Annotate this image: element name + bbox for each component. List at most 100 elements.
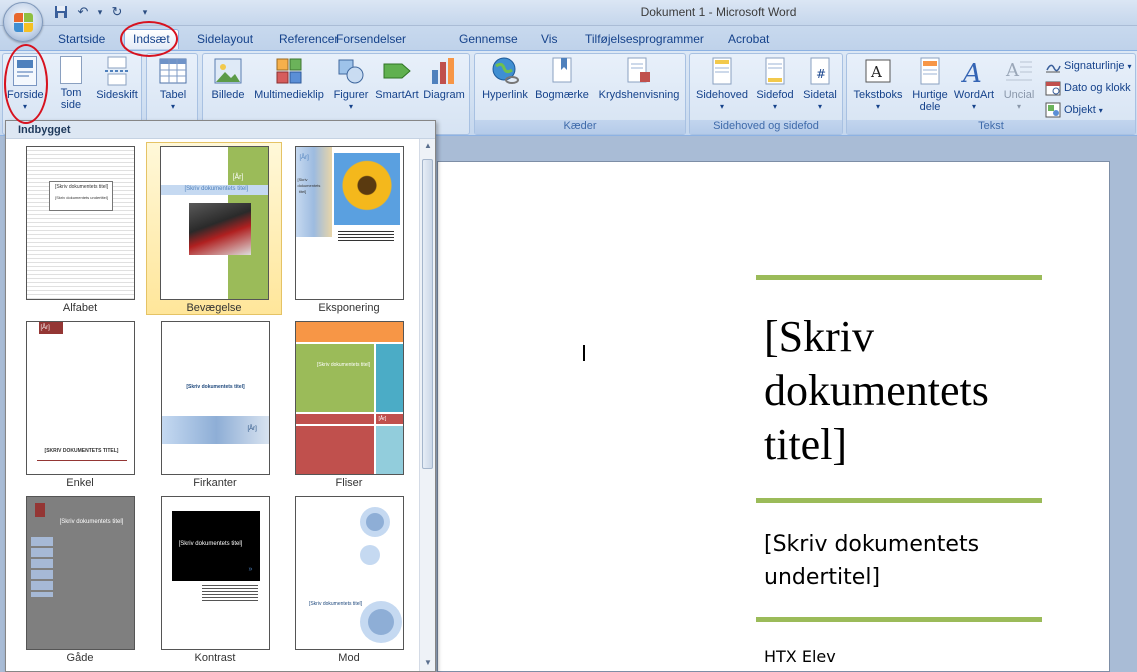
subtitle-bottom-rule [756, 617, 1042, 622]
thumb-fliser-year: [År] [378, 416, 387, 422]
cover-page-gallery: Indbygget [Skriv dokumentets titel] [Skr… [5, 120, 436, 672]
group-label-tekst: Tekst [847, 120, 1135, 134]
uncial-button[interactable]: A Uncial ▾ [997, 56, 1041, 113]
wordart-button[interactable]: A WordArt ▾ [951, 56, 997, 113]
thumb-gaade: [Skriv dokumentets titel] [25, 496, 135, 650]
gallery-tile-kontrast[interactable]: [Skriv dokumentets titel] » Kontrast [147, 493, 283, 664]
quick-parts-icon [915, 56, 945, 86]
gallery-tile-alfabet[interactable]: [Skriv dokumentets titel] [Skriv dokumen… [12, 143, 148, 314]
signaturlinje-button[interactable]: Signaturlinje ▾ [1045, 56, 1132, 76]
thumb-alfabet: [Skriv dokumentets titel] [Skriv dokumen… [25, 146, 135, 300]
sidetal-button[interactable]: # Sidetal ▾ [798, 56, 842, 113]
krydshenvisning-label: Krydshenvisning [598, 89, 680, 101]
office-button[interactable] [3, 2, 43, 42]
multimedieklip-label: Multimedieklip [254, 89, 324, 101]
thumb-eksponering: [År] [Skriv dokumentets titel] [294, 146, 404, 300]
thumb-bevaegelse-year: [År] [232, 174, 244, 181]
tab-acrobat[interactable]: Acrobat [720, 30, 777, 50]
thumb-kontrast: [Skriv dokumentets titel] » [160, 496, 270, 650]
gallery-tile-gaade[interactable]: [Skriv dokumentets titel] Gåde [12, 493, 148, 664]
hyperlink-button[interactable]: Hyperlink [479, 56, 531, 101]
tile-label-bevaegelse: Bevægelse [186, 302, 242, 314]
thumb-fliser-title: [Skriv dokumentets titel] [316, 362, 371, 368]
office-logo-icon [14, 13, 34, 33]
scroll-down-icon[interactable]: ▼ [423, 658, 433, 668]
gallery-tile-firkanter[interactable]: [Skriv dokumentets titel] [År] Firkanter [147, 318, 283, 489]
thumb-bevaegelse-title: [Skriv dokumentets titel] [184, 186, 249, 192]
textbox-icon: A [863, 56, 893, 86]
gallery-tile-bevaegelse[interactable]: [År] [Skriv dokumentets titel] Bevægelse [146, 142, 282, 315]
gallery-tile-fliser[interactable]: [Skriv dokumentets titel] [År] Fliser [281, 318, 417, 489]
svg-text:#: # [816, 67, 826, 81]
bogmaerke-button[interactable]: Bogmærke [533, 56, 591, 101]
page-number-icon: # [805, 56, 835, 86]
forside-label: Forside [7, 89, 44, 101]
hurtige-dele-button[interactable]: Hurtige dele [907, 56, 953, 113]
gallery-tile-enkel[interactable]: [År] [SKRIV DOKUMENTETS TITEL] Enkel [12, 318, 148, 489]
tab-gennemse[interactable]: Gennemse [451, 30, 526, 50]
figurer-button[interactable]: Figurer ▾ [329, 56, 373, 113]
thumb-firkanter: [Skriv dokumentets titel] [År] [160, 321, 270, 475]
cover-page-icon [13, 56, 37, 86]
thumb-fliser: [Skriv dokumentets titel] [År] [294, 321, 404, 475]
thumb-alfabet-title: [Skriv dokumentets titel] [54, 184, 109, 190]
group-sidehoved-og-sidefod: Sidehoved ▾ Sidefod ▾ # Sidetal ▾ Sideho… [689, 53, 843, 135]
bogmaerke-label: Bogmærke [535, 89, 589, 101]
gallery-scrollbar[interactable]: ▲ ▼ [419, 139, 435, 671]
gallery-tile-mod[interactable]: [Skriv dokumentets titel] Mod [281, 493, 417, 664]
tekstboks-button[interactable]: A Tekstboks ▾ [849, 56, 907, 113]
shapes-icon [336, 56, 366, 86]
drop-cap-icon: A [1004, 56, 1034, 86]
tile-label-fliser: Fliser [335, 477, 363, 489]
sidefod-button[interactable]: Sidefod ▾ [752, 56, 798, 113]
tabel-label: Tabel [159, 89, 187, 101]
tekstboks-label: Tekstboks [853, 89, 903, 101]
scroll-up-icon[interactable]: ▲ [423, 141, 433, 151]
tab-tilfoejelsesprogrammer[interactable]: Tilføjelsesprogrammer [577, 30, 712, 50]
bookmark-icon [547, 56, 577, 86]
thumb-mod: [Skriv dokumentets titel] [294, 496, 404, 650]
smartart-icon [382, 56, 412, 86]
tab-sidelayout[interactable]: Sidelayout [189, 30, 261, 50]
smartart-button[interactable]: SmartArt [373, 56, 421, 101]
gallery-tile-eksponering[interactable]: [År] [Skriv dokumentets titel] Eksponeri… [281, 143, 417, 314]
thumb-eksponering-title: [Skriv dokumentets titel] [297, 177, 321, 194]
multimedieklip-button[interactable]: Multimedieklip [249, 56, 329, 101]
thumb-alfabet-subtitle: [Skriv dokumentets undertitel] [55, 195, 108, 200]
thumb-eksponering-year: [År] [299, 155, 309, 161]
diagram-button[interactable]: Diagram [421, 56, 467, 101]
objekt-button[interactable]: Objekt ▾ [1045, 100, 1103, 120]
thumb-enkel-title: [SKRIV DOKUMENTETS TITEL] [44, 448, 119, 454]
signaturlinje-label: Signaturlinje [1064, 60, 1125, 72]
group-kaeder: Hyperlink Bogmærke Krydshenvisning Kæder [474, 53, 686, 135]
tile-label-firkanter: Firkanter [193, 477, 237, 489]
billede-button[interactable]: Billede [207, 56, 249, 101]
tile-label-mod: Mod [338, 652, 360, 664]
sidehoved-button[interactable]: Sidehoved ▾ [692, 56, 752, 113]
thumb-bevaegelse: [År] [Skriv dokumentets titel] [159, 146, 269, 300]
document-author[interactable]: HTX Elev [764, 647, 836, 666]
figurer-label: Figurer [333, 89, 369, 101]
footer-icon [760, 56, 790, 86]
document-subtitle-placeholder[interactable]: [Skriv dokumentets undertitel] [764, 528, 1044, 594]
tabel-button[interactable]: Tabel ▾ [151, 56, 195, 113]
tab-indsaet[interactable]: Indsæt [124, 29, 179, 49]
hurtige-dele-label-1: Hurtige [912, 89, 948, 101]
krydshenvisning-button[interactable]: Krydshenvisning [593, 56, 685, 101]
dato-label: Dato og klokk [1064, 82, 1131, 94]
sideskift-button[interactable]: Sideskift [93, 56, 141, 101]
forside-button[interactable]: Forside ▾ [7, 56, 44, 113]
scroll-thumb[interactable] [422, 159, 433, 469]
tab-startside[interactable]: Startside [50, 30, 113, 50]
clip-art-icon [274, 56, 304, 86]
cross-reference-icon [624, 56, 654, 86]
dato-og-klokkeslaet-button[interactable]: Dato og klokk [1045, 78, 1131, 98]
document-title-placeholder[interactable]: [Skriv dokumentets titel] [764, 310, 1064, 472]
tab-forsendelser[interactable]: Forsendelser [328, 30, 414, 50]
window-title: Dokument 1 - Microsoft Word [640, 5, 797, 19]
table-icon [158, 56, 188, 86]
tab-vis[interactable]: Vis [533, 30, 565, 50]
svg-text:A: A [961, 59, 982, 86]
document-page[interactable]: [Skriv dokumentets titel] [Skriv dokumen… [437, 161, 1110, 672]
tom-side-button[interactable]: Tom side [51, 56, 91, 111]
